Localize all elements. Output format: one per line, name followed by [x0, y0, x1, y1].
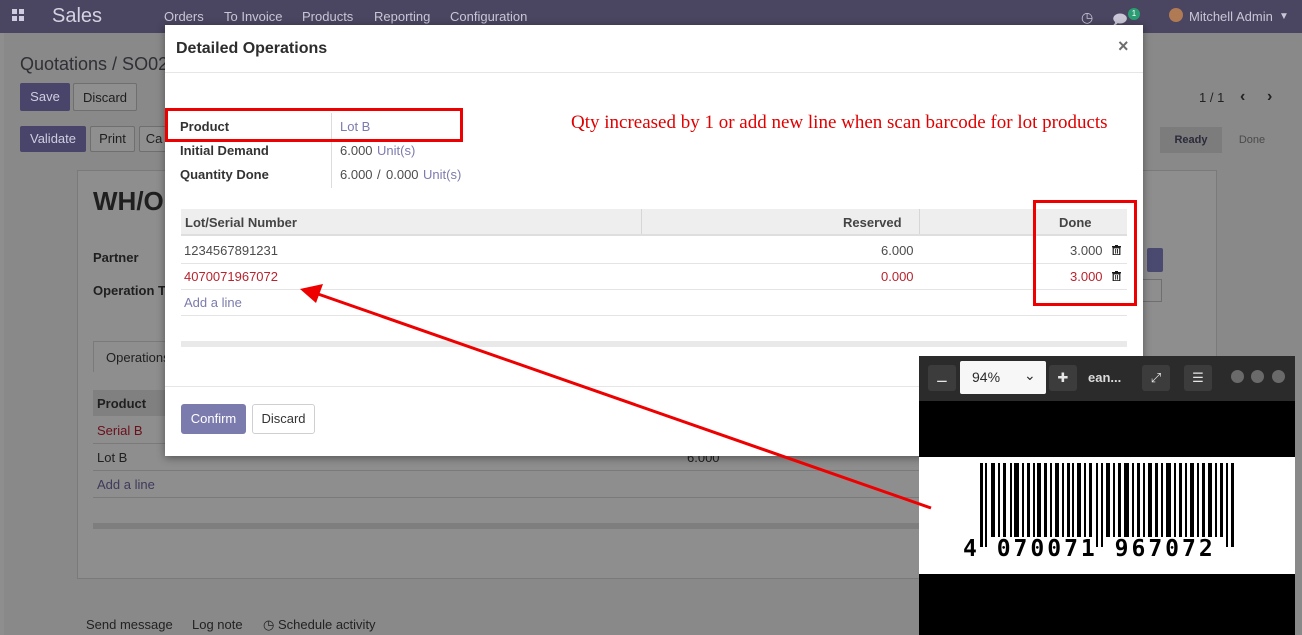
quantity-done-uom[interactable]: Unit(s) — [423, 167, 461, 182]
record-title: WH/O — [93, 186, 164, 216]
status-ready[interactable]: Ready — [1160, 127, 1222, 153]
annotation-done-box — [1033, 200, 1137, 306]
dialog-header: Detailed Operations × — [165, 25, 1143, 73]
ops-add-line-link[interactable]: Add a line — [97, 477, 155, 492]
chevron-down-icon: ⌄ — [1024, 367, 1036, 383]
col-separator — [641, 209, 642, 234]
initial-demand-uom[interactable]: Unit(s) — [377, 143, 415, 158]
discard-button[interactable]: Discard — [73, 83, 137, 111]
col-reserved[interactable]: Reserved — [843, 215, 902, 230]
fullscreen-icon[interactable]: ⤢ — [1142, 365, 1170, 391]
minimize-icon[interactable] — [1231, 370, 1244, 383]
menu-products[interactable]: Products — [302, 9, 353, 24]
save-button[interactable]: Save — [20, 83, 70, 111]
col-separator — [919, 209, 920, 234]
caret-down-icon[interactable]: ▼ — [1279, 11, 1289, 22]
image-viewer-window: ⚊ 94% ⌄ ✚ ean... ⤢ ☰ 4 070071 967072 — [919, 356, 1295, 635]
menu-reporting[interactable]: Reporting — [374, 9, 430, 24]
initial-demand-label: Initial Demand — [180, 143, 269, 158]
discard-dialog-button[interactable]: Discard — [252, 404, 315, 434]
tab-operations[interactable]: Operations — [93, 341, 173, 372]
user-menu[interactable]: Mitchell Admin — [1189, 9, 1273, 24]
validate-button[interactable]: Validate — [20, 126, 86, 152]
chevron-right-icon[interactable]: › — [1267, 88, 1272, 106]
ops-row-product[interactable]: Serial B — [97, 423, 143, 438]
zoom-in-icon[interactable]: ✚ — [1049, 365, 1077, 391]
menu-orders[interactable]: Orders — [164, 9, 204, 24]
add-line-link[interactable]: Add a line — [184, 295, 242, 310]
zoom-select[interactable]: 94% ⌄ — [960, 361, 1046, 394]
quantity-done-separator: / — [377, 167, 381, 182]
initial-demand-value: 6.000 — [340, 143, 373, 158]
row-lot[interactable]: 4070071967072 — [184, 269, 278, 284]
viewer-toolbar: ⚊ 94% ⌄ ✚ ean... ⤢ ☰ — [919, 356, 1295, 401]
row-lot[interactable]: 1234567891231 — [184, 243, 278, 258]
menu-configuration[interactable]: Configuration — [450, 9, 527, 24]
app-brand[interactable]: Sales — [52, 5, 102, 28]
quantity-reserved-value: 0.000 — [386, 167, 419, 182]
row-divider — [181, 263, 1127, 264]
row-divider — [181, 315, 1127, 316]
barcode-digits: 4 070071 967072 — [963, 536, 1216, 562]
schedule-activity-link[interactable]: Schedule activity — [278, 617, 376, 632]
ops-scrollbar[interactable] — [93, 523, 933, 529]
close-icon[interactable]: × — [1118, 36, 1129, 57]
row-divider — [93, 497, 933, 498]
ops-col-product: Product — [97, 396, 147, 411]
annotation-product-box — [165, 108, 463, 142]
log-note-link[interactable]: Log note — [192, 617, 243, 632]
table-scrollbar[interactable] — [181, 341, 1127, 347]
quantity-done-value: 6.000 — [340, 167, 373, 182]
operation-type-label: Operation T — [93, 283, 166, 298]
apps-grid-icon[interactable] — [12, 9, 26, 23]
pager-value: 1 / 1 — [1199, 90, 1225, 105]
message-count-badge: 1 — [1128, 8, 1140, 20]
move-lines-table-header: Lot/Serial Number Reserved Done — [181, 209, 1127, 236]
menu-icon[interactable]: ☰ — [1184, 365, 1212, 391]
print-button[interactable]: Print — [90, 126, 135, 152]
status-done[interactable]: Done — [1222, 127, 1282, 153]
confirm-button[interactable]: Confirm — [181, 404, 246, 434]
maximize-icon[interactable] — [1251, 370, 1264, 383]
clock-icon: ◷ — [263, 617, 275, 632]
clock-icon[interactable]: ◷ — [1081, 9, 1093, 26]
ops-row-product[interactable]: Lot B — [97, 450, 127, 465]
send-message-link[interactable]: Send message — [86, 617, 173, 632]
dialog-title: Detailed Operations — [176, 40, 328, 57]
row-reserved: 6.000 — [881, 243, 914, 258]
barcode-image: 4 070071 967072 — [919, 457, 1295, 574]
input-edge[interactable] — [1140, 279, 1162, 302]
zoom-value: 94% — [972, 369, 1001, 385]
col-lot-serial[interactable]: Lot/Serial Number — [185, 215, 297, 230]
zoom-out-icon[interactable]: ⚊ — [928, 365, 956, 391]
partner-label: Partner — [93, 250, 139, 265]
row-divider — [181, 289, 1127, 290]
annotation-text: Qty increased by 1 or add new line when … — [571, 112, 1108, 133]
breadcrumb[interactable]: Quotations / SO02 — [20, 54, 168, 75]
row-divider — [93, 470, 933, 471]
dropdown-toggle[interactable] — [1147, 248, 1163, 272]
user-avatar[interactable] — [1169, 8, 1183, 22]
chevron-left-icon[interactable]: ‹ — [1240, 88, 1245, 106]
quantity-done-label: Quantity Done — [180, 167, 269, 182]
menu-to-invoice[interactable]: To Invoice — [224, 9, 283, 24]
viewer-title: ean... — [1088, 370, 1122, 385]
row-reserved: 0.000 — [881, 269, 914, 284]
close-window-icon[interactable] — [1272, 370, 1285, 383]
tab-operations-label: Operations — [106, 350, 170, 365]
